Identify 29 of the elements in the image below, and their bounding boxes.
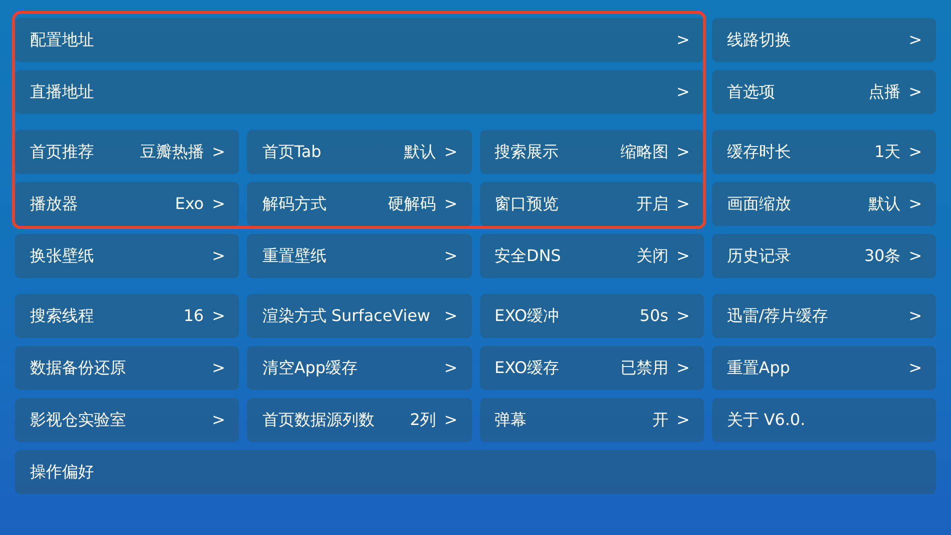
setting-item[interactable]: 清空App缓存 > xyxy=(247,346,472,390)
setting-item[interactable]: 播放器 Exo > xyxy=(15,182,240,226)
setting-item[interactable]: 历史记录 30条 > xyxy=(712,234,936,278)
setting-item[interactable]: 数据备份还原 > xyxy=(15,346,240,390)
setting-item[interactable]: 重置App > xyxy=(712,346,936,390)
setting-item[interactable]: 窗口预览 开启 > xyxy=(480,182,704,226)
setting-item[interactable]: 线路切换 > xyxy=(712,18,936,62)
setting-item[interactable]: 缓存时长 1天 > xyxy=(712,130,936,174)
setting-item[interactable]: 弹幕 开 > xyxy=(480,398,704,442)
setting-item[interactable]: 操作偏好 xyxy=(15,450,936,494)
setting-item[interactable]: 解码方式 硬解码 > xyxy=(247,182,472,226)
setting-item[interactable]: EXO缓存 已禁用 > xyxy=(480,346,704,390)
setting-item[interactable]: 影视仓实验室 > xyxy=(15,398,240,442)
setting-item[interactable]: 搜索展示 缩略图 > xyxy=(480,130,704,174)
setting-item[interactable]: EXO缓冲 50s > xyxy=(480,294,704,338)
setting-item[interactable]: 直播地址 > xyxy=(15,70,704,114)
setting-item[interactable]: 首页Tab 默认 > xyxy=(247,130,472,174)
setting-item[interactable]: 画面缩放 默认 > xyxy=(712,182,936,226)
setting-item[interactable]: 搜索线程 16 > xyxy=(15,294,240,338)
setting-item[interactable]: 配置地址 > xyxy=(15,18,704,62)
setting-item[interactable]: 首页数据源列数 2列 > xyxy=(247,398,472,442)
setting-item[interactable]: 首选项 点播 > xyxy=(712,70,936,114)
setting-item[interactable]: 迅雷/荐片缓存 > xyxy=(712,294,936,338)
setting-item[interactable]: 首页推荐 豆瓣热播 > xyxy=(15,130,240,174)
setting-item[interactable]: 关于 V6.0. xyxy=(712,398,936,442)
setting-item[interactable]: 安全DNS 关闭 > xyxy=(480,234,704,278)
setting-item[interactable]: 换张壁纸 > xyxy=(15,234,240,278)
setting-item[interactable]: 渲染方式 SurfaceView > xyxy=(247,294,472,338)
setting-item[interactable]: 重置壁纸 > xyxy=(247,234,472,278)
